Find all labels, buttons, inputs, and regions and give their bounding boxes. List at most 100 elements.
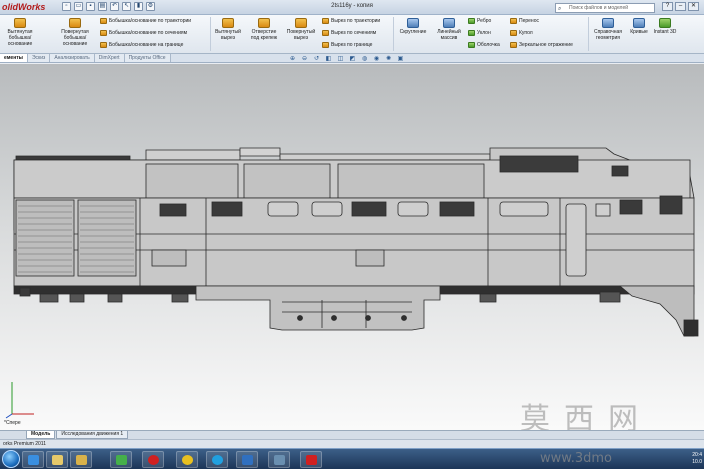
revolve-boss-icon [69,18,81,28]
shell-button[interactable]: Оболочка [468,42,500,48]
tab-dimxpert[interactable]: DimXpert [94,54,125,62]
boundary-boss-icon [100,42,107,48]
mirror-button[interactable]: Зеркальное отражение [510,42,573,48]
start-button[interactable] [2,450,20,468]
boundary-boss-button[interactable]: Бобышка/основание на границе [100,42,183,48]
zoom-fit-icon[interactable]: ⊕ [288,56,297,63]
taskbar-skype[interactable] [206,451,228,468]
status-text: orks Premium 2011 [3,441,46,447]
view-settings-icon[interactable]: ▣ [396,56,405,63]
linear-pattern-button[interactable]: Линейный массив [432,18,466,41]
revolve-cut-button[interactable]: Повернутый вырез [284,18,318,41]
minimize-icon[interactable]: – [675,2,686,11]
instant3d-button[interactable]: Instant 3D [652,18,678,35]
taskbar-chrome[interactable] [176,451,198,468]
tab-office-products[interactable]: Продукты Office [124,54,171,62]
search-placeholder: Поиск файлов и моделей [569,5,629,11]
heads-up-view-toolbar: ⊕ ⊖ ↺ ◧ ◫ ◩ ◍ ◉ ✺ ▣ [288,56,405,63]
watermark-url: www.3dmo [540,451,612,466]
fillet-icon [407,18,419,28]
previous-view-icon[interactable]: ↺ [312,56,321,63]
boundary-cut-icon [322,42,329,48]
extrude-boss-icon [14,18,26,28]
hide-show-icon[interactable]: ◍ [360,56,369,63]
clock-time: 20:4 [692,452,702,458]
taskbar-media[interactable] [110,451,132,468]
command-manager-ribbon: Вытянутая бобышка/основание Повернутая б… [0,15,704,54]
title-bar: olidWorks ▫ ▭ ▪ ▤ ↶ ↖ ▮ ⚙ 2ts116y - копи… [0,0,704,15]
tab-sketch[interactable]: Эскиз [27,54,51,62]
tab-evaluate[interactable]: Анализировать [50,54,95,62]
ribbon-divider [588,17,589,51]
view-orientation-icon[interactable]: ◫ [336,56,345,63]
section-view-icon[interactable]: ◧ [324,56,333,63]
taskbar-ie[interactable] [22,451,44,468]
windows-icon [242,455,253,465]
chrome-icon [182,455,193,465]
extrude-cut-icon [222,18,234,28]
mirror-icon [510,42,517,48]
extrude-cut-button[interactable]: Вытянутый вырез [212,18,244,41]
loft-cut-icon [322,30,329,36]
status-bar: orks Premium 2011 [0,439,704,448]
draft-icon [468,30,475,36]
ribbon-divider [210,17,211,51]
model-tabs: Модель Исследования движения 1 [0,430,704,439]
sweep-cut-icon [322,18,329,24]
taskbar-opera[interactable] [142,451,164,468]
help-icon[interactable]: ? [662,2,673,11]
reference-geometry-icon [602,18,614,28]
zoom-area-icon[interactable]: ⊖ [300,56,309,63]
ie-icon [28,455,39,465]
taskbar-solidworks[interactable] [300,451,322,468]
wrap-button[interactable]: Перенос [510,18,539,24]
tab-features[interactable]: ементы [0,54,28,62]
taskbar-photo[interactable] [268,451,290,468]
linear-pattern-icon [443,18,455,28]
locomotive-model [13,147,699,337]
solidworks-icon [306,455,317,465]
opera-icon [148,455,159,465]
taskbar-folder[interactable] [70,451,92,468]
search-input[interactable]: ⌕ Поиск файлов и моделей [555,3,655,13]
search-icon: ⌕ [558,6,562,12]
shell-icon [468,42,475,48]
extrude-boss-button[interactable]: Вытянутая бобышка/основание [0,18,40,47]
taskbar-explorer[interactable] [46,451,68,468]
loft-boss-icon [100,30,107,36]
tab-motion-study[interactable]: Исследования движения 1 [56,431,129,439]
curves-icon [633,18,645,28]
media-icon [116,455,127,465]
revolve-cut-icon [295,18,307,28]
system-tray-clock[interactable]: 20:4 10.0 [650,452,702,467]
ribbon-divider [393,17,394,51]
display-style-icon[interactable]: ◩ [348,56,357,63]
draft-button[interactable]: Уклон [468,30,491,36]
revolve-boss-button[interactable]: Повернутая бобышка/основание [52,18,98,47]
sweep-boss-button[interactable]: Бобышка/основание по траектории [100,18,191,24]
curves-button[interactable]: Кривые [628,18,650,35]
fillet-button[interactable]: Скругление [396,18,430,35]
edit-appearance-icon[interactable]: ◉ [372,56,381,63]
graphics-area[interactable]: *Спере 莫西网 [0,64,704,430]
dome-button[interactable]: Купол [510,30,533,36]
boundary-cut-button[interactable]: Вырез по границе [322,42,372,48]
tab-model[interactable]: Модель [26,431,56,439]
hole-wizard-button[interactable]: Отверстие под крепеж [248,18,280,41]
scene-icon[interactable]: ✺ [384,56,393,63]
window-controls: ? – ✕ [662,2,699,11]
clock-date: 10.0 [692,459,702,465]
hole-wizard-icon [258,18,270,28]
loft-cut-button[interactable]: Вырез по сечениям [322,30,376,36]
photo-icon [274,455,285,465]
skype-icon [212,455,223,465]
reference-geometry-button[interactable]: Справочная геометрия [590,18,626,41]
close-icon[interactable]: ✕ [688,2,699,11]
sweep-cut-button[interactable]: Вырез по траектории [322,18,380,24]
rib-button[interactable]: Ребро [468,18,491,24]
taskbar-windows[interactable] [236,451,258,468]
explorer-icon [52,455,63,465]
loft-boss-button[interactable]: Бобышка/основание по сечениям [100,30,187,36]
view-orientation-label: *Спере [4,420,21,426]
coordinate-triad-icon [5,382,34,419]
